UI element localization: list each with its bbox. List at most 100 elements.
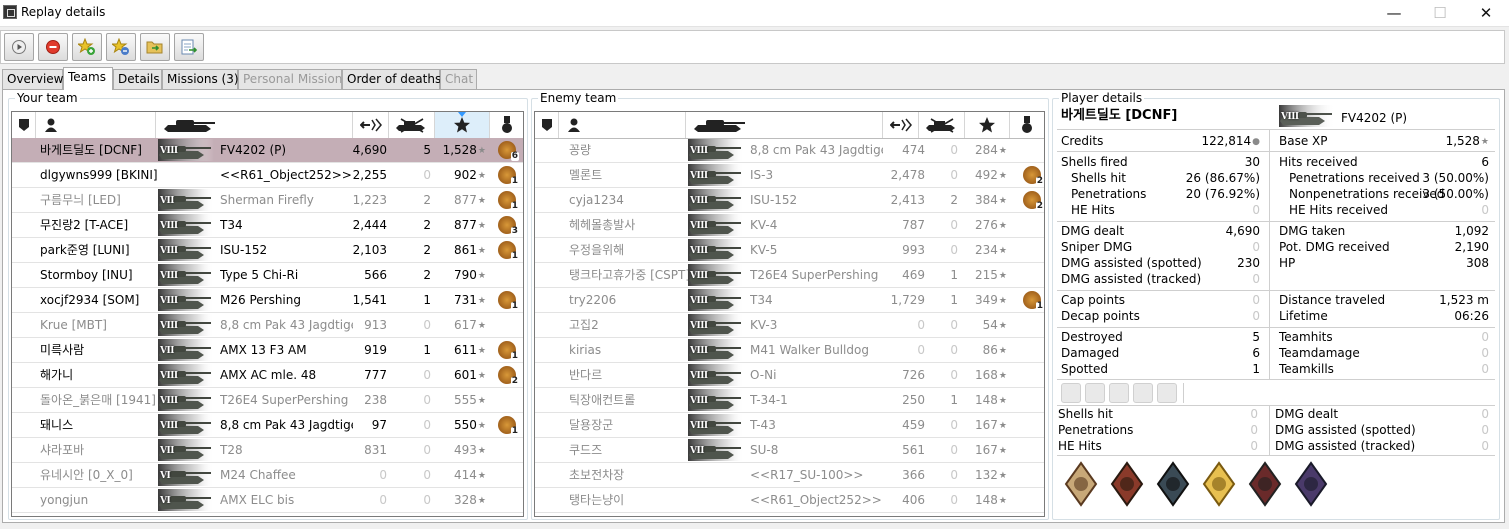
divider: [1269, 405, 1270, 455]
tier-label: VIII: [1281, 112, 1299, 122]
open-folder-button[interactable]: [140, 33, 170, 61]
table-row[interactable]: 탱크타고휴가중 [CSPT] VIII T26E4 SuperPershing 469…: [535, 263, 1044, 288]
kills-value: 0: [423, 493, 431, 507]
kills-value: 1: [423, 343, 431, 357]
favorite-remove-button[interactable]: [106, 33, 136, 61]
table-row[interactable]: 반다르 VIII O-Ni 726 0 168★: [535, 363, 1044, 388]
table-row[interactable]: 헤헤몰총발사 VIII KV-4 787 0 276★: [535, 213, 1044, 238]
tab-order-of-deaths[interactable]: Order of deaths: [342, 69, 441, 89]
table-row[interactable]: 탱타는냥이 <<R61_Object252>> 406 0 148★: [535, 488, 1044, 513]
tank-name: M26 Pershing: [220, 293, 301, 307]
header-platoon[interactable]: [535, 112, 559, 138]
kills-value: 0: [950, 368, 958, 382]
table-row[interactable]: dlgywns999 [BKINI] <<R61_Object252>> 2,255…: [12, 163, 523, 188]
achievement-warrior-icon[interactable]: [1247, 461, 1283, 507]
table-row[interactable]: 미륵사람 VII AMX 13 F3 AM 919 1 611★ 1: [12, 338, 523, 363]
table-row[interactable]: 유네시안 [0_X_0] VI M24 Chaffee 0 0 414★: [12, 463, 523, 488]
table-row[interactable]: kirias VIII M41 Walker Bulldog 0 0 86★: [535, 338, 1044, 363]
enemy-team-label: Enemy team: [538, 91, 619, 105]
stat-value: 4,690: [1225, 224, 1260, 238]
tab-details[interactable]: Details: [113, 69, 162, 89]
damage-value: 1,541: [352, 293, 387, 307]
medal-count: 1: [510, 351, 519, 361]
tab-personal-mission[interactable]: Personal Mission: [238, 69, 342, 89]
tab-chat[interactable]: Chat: [440, 69, 477, 89]
table-row[interactable]: 초보전차장 <<R17_SU-100>> 366 0 132★: [535, 463, 1044, 488]
tank-bonus-icon: [1061, 383, 1081, 403]
tank-image: VIII: [688, 389, 744, 411]
xp-value: 384: [975, 193, 998, 207]
table-row[interactable]: 샤라포바 VII T28 831 0 493★: [12, 438, 523, 463]
header-tank[interactable]: [156, 112, 353, 138]
xp-value: 611: [454, 343, 477, 357]
table-row[interactable]: 해가니 VIII AMX AC mle. 48 777 0 601★ 2: [12, 363, 523, 388]
xp-cell: 493★: [437, 438, 486, 462]
table-row[interactable]: Krue [MBT] VIII 8,8 cm Pak 43 Jagdtiger 913…: [12, 313, 523, 338]
table-row[interactable]: park준영 [LUNI] VIII ISU-152 2,103 2 861★ 1: [12, 238, 523, 263]
header-damage[interactable]: [883, 112, 919, 138]
close-button[interactable]: ✕: [1463, 0, 1509, 26]
xp-value: 284: [975, 143, 998, 157]
tab-teams[interactable]: Teams: [63, 67, 113, 90]
header-medals[interactable]: [1010, 112, 1044, 138]
table-row[interactable]: 구름무늬 [LED] VII Sherman Firefly 1,223 2 877★ 1: [12, 188, 523, 213]
stat-label: Hits received: [1279, 155, 1358, 169]
table-row[interactable]: 꽁량 VIII 8,8 cm Pak 43 Jagdtiger 474 0 284★: [535, 138, 1044, 163]
tab-missions[interactable]: Missions (3): [162, 69, 239, 89]
table-row[interactable]: 돌아온_붉은매 [1941] VIII T26E4 SuperPershing 238…: [12, 388, 523, 413]
player-name: kirias: [569, 343, 602, 357]
tank-image: VIII: [688, 364, 744, 386]
table-row[interactable]: yongjun VI AMX ELC bis 0 0 328★: [12, 488, 523, 513]
achievement-medal-icon[interactable]: [1063, 461, 1099, 507]
achievement-badge-icon[interactable]: [1109, 461, 1145, 507]
table-row[interactable]: 우정을위해 VIII KV-5 993 0 234★: [535, 238, 1044, 263]
stat-label: Decap points: [1061, 309, 1140, 323]
table-row[interactable]: xocjf2934 [SOM] VIII M26 Pershing 1,541 1 731…: [12, 288, 523, 313]
maximize-button[interactable]: ☐: [1417, 0, 1463, 26]
play-button[interactable]: [4, 33, 34, 61]
table-row[interactable]: 고집2 VIII KV-3 0 0 54★: [535, 313, 1044, 338]
achievement-ace-icon[interactable]: [1201, 461, 1237, 507]
folder-arrow-icon: [146, 41, 163, 54]
table-row[interactable]: 멜론트 VIII IS-3 2,478 0 492★ 2: [535, 163, 1044, 188]
header-player[interactable]: [36, 112, 156, 138]
header-xp[interactable]: [965, 112, 1010, 138]
table-row[interactable]: 달용장군 VIII T-43 459 0 167★: [535, 413, 1044, 438]
table-row[interactable]: Stormboy [INU] VIII Type 5 Chi-Ri 566 2 790★: [12, 263, 523, 288]
stop-button[interactable]: [38, 33, 68, 61]
table-row[interactable]: cyja1234 VIII ISU-152 2,413 2 384★ 2: [535, 188, 1044, 213]
table-row[interactable]: 틱장애컨트롤 VIII T-34-1 250 1 148★: [535, 388, 1044, 413]
header-damage[interactable]: [353, 112, 389, 138]
damage-value: 2,444: [352, 218, 387, 232]
stat-value: 0: [1250, 407, 1258, 421]
person-icon: [568, 118, 580, 132]
header-tank[interactable]: [686, 112, 883, 138]
star-icon: ★: [477, 321, 486, 331]
tank-name: <<R17_SU-100>>: [750, 468, 864, 482]
header-xp[interactable]: [435, 112, 490, 138]
favorite-add-button[interactable]: [72, 33, 102, 61]
tab-overview[interactable]: Overview: [2, 69, 64, 89]
minimize-button[interactable]: —: [1371, 0, 1417, 26]
header-platoon[interactable]: [12, 112, 36, 138]
kills-value: 0: [423, 393, 431, 407]
medal-count: 6: [510, 151, 519, 161]
achievement-defender-icon[interactable]: [1293, 461, 1329, 507]
table-row[interactable]: 쿠드즈 VII SU-8 561 0 167★: [535, 438, 1044, 463]
table-row[interactable]: try2206 VIII T34 1,729 1 349★ 1: [535, 288, 1044, 313]
header-player[interactable]: [559, 112, 686, 138]
star-icon: ★: [998, 246, 1007, 256]
header-medals[interactable]: [490, 112, 523, 138]
table-row[interactable]: 바게트딜도 [DCNF] VIII FV4202 (P) 4,690 5 1,528★ 6: [12, 138, 523, 163]
header-kills[interactable]: [919, 112, 965, 138]
stat-label: Spotted: [1061, 362, 1108, 376]
xp-cell: 790★: [437, 263, 486, 287]
star-icon: ★: [998, 346, 1007, 356]
table-row[interactable]: 돼니스 VIII 8,8 cm Pak 43 Jagdtiger 97 0 550★ 1: [12, 413, 523, 438]
medal-count: 1: [510, 176, 519, 186]
stat-value: 0: [1252, 240, 1260, 254]
achievement-sniper-icon[interactable]: [1155, 461, 1191, 507]
header-kills[interactable]: [389, 112, 435, 138]
table-row[interactable]: 무진랑2 [T-ACE] VIII T34 2,444 2 877★ 3: [12, 213, 523, 238]
export-button[interactable]: [174, 33, 204, 61]
